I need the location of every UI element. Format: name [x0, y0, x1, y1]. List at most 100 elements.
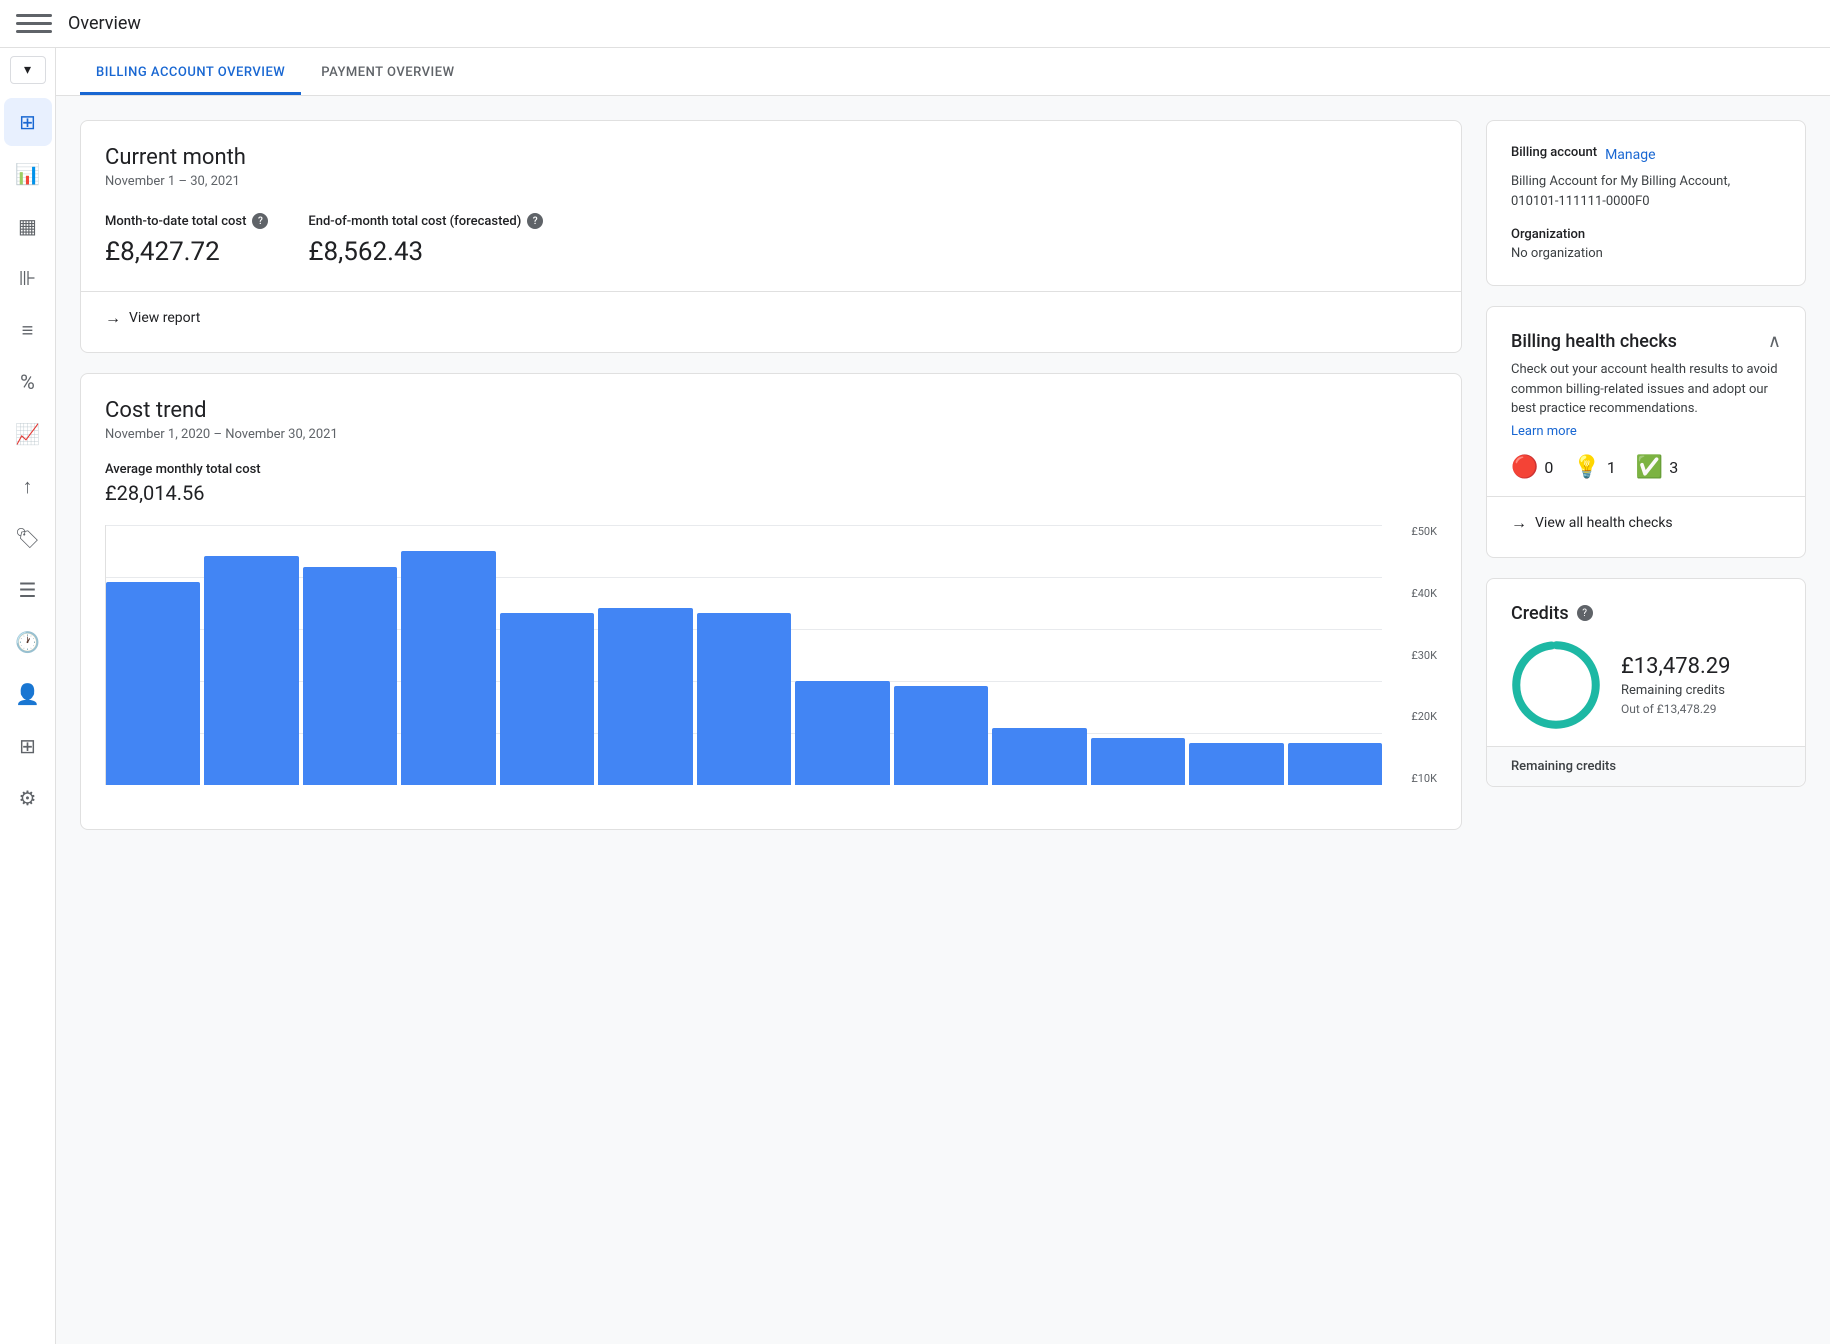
y-label-40k: £40K: [1411, 587, 1437, 600]
sidebar-item-analytics[interactable]: 📈: [4, 410, 52, 458]
warning-icon: 💡: [1573, 455, 1600, 480]
avg-cost-label: Average monthly total cost: [105, 462, 1437, 477]
bar-3[interactable]: [303, 567, 397, 785]
bar-5[interactable]: [500, 613, 594, 785]
bar-7[interactable]: [697, 613, 791, 785]
sidebar-item-tags[interactable]: 🏷: [4, 514, 52, 562]
bar-13[interactable]: [1288, 743, 1382, 785]
bar-chart-icon: 📊: [15, 162, 40, 186]
arrow-right-icon-2: →: [1511, 513, 1527, 533]
health-stat-ok: ✅ 3: [1636, 455, 1678, 480]
bar-8[interactable]: [795, 681, 889, 785]
end-of-month-value: £8,562.43: [308, 237, 543, 267]
month-to-date-cost: Month-to-date total cost ? £8,427.72: [105, 213, 268, 267]
app-layout: ▾ ⊞ 📊 ▦ ⊪ ≡ % 📈 ↑ 🏷 ☰: [0, 48, 1830, 1344]
credits-footer: Remaining credits: [1487, 746, 1805, 786]
bar-6[interactable]: [598, 608, 692, 785]
current-month-card: Current month November 1 – 30, 2021 Mont…: [80, 120, 1462, 353]
sidebar: ▾ ⊞ 📊 ▦ ⊪ ≡ % 📈 ↑ 🏷 ☰: [0, 48, 56, 1344]
month-to-date-value: £8,427.72: [105, 237, 268, 267]
chevron-down-icon: ▾: [24, 62, 31, 78]
learn-more-link[interactable]: Learn more: [1511, 424, 1577, 439]
tag-icon: 🏷: [15, 526, 40, 550]
view-health-checks-link[interactable]: → View all health checks: [1511, 513, 1781, 533]
sidebar-item-org[interactable]: ⊞: [4, 722, 52, 770]
sidebar-item-discounts[interactable]: %: [4, 358, 52, 406]
card-divider: [81, 291, 1461, 292]
bar-2[interactable]: [204, 556, 298, 785]
credits-card: Credits ? £13,478.29 Remaining credits O…: [1486, 578, 1806, 787]
y-label-10k: £10K: [1411, 772, 1437, 785]
sidebar-item-list[interactable]: ≡: [4, 306, 52, 354]
credits-remaining-label: Remaining credits: [1621, 683, 1730, 698]
end-of-month-cost: End-of-month total cost (forecasted) ? £…: [308, 213, 543, 267]
billing-account-description: Billing Account for My Billing Account,0…: [1511, 172, 1781, 211]
table-icon: ▦: [18, 214, 37, 238]
org-icon: ⊞: [19, 734, 36, 758]
credits-help-icon[interactable]: ?: [1577, 605, 1593, 621]
content-area: Current month November 1 – 30, 2021 Mont…: [56, 96, 1830, 1344]
top-bar: Overview: [0, 0, 1830, 48]
organization-label: Organization: [1511, 227, 1781, 242]
sidebar-item-reports[interactable]: 📊: [4, 150, 52, 198]
list-icon: ≡: [22, 318, 34, 343]
end-of-month-help-icon[interactable]: ?: [527, 213, 543, 229]
view-report-link[interactable]: → View report: [105, 308, 1437, 328]
chart-y-labels: £50K £40K £30K £20K £10K: [1387, 525, 1437, 785]
sidebar-item-documents[interactable]: ☰: [4, 566, 52, 614]
sidebar-dropdown[interactable]: ▾: [10, 56, 46, 84]
bar-4[interactable]: [401, 551, 495, 785]
bar-9[interactable]: [894, 686, 988, 785]
sidebar-item-table[interactable]: ▦: [4, 202, 52, 250]
credits-info: £13,478.29 Remaining credits Out of £13,…: [1621, 654, 1730, 716]
bar-10[interactable]: [992, 728, 1086, 785]
bar-1[interactable]: [106, 582, 200, 785]
hamburger-menu-icon[interactable]: [16, 12, 52, 36]
month-to-date-label: Month-to-date total cost ?: [105, 213, 268, 229]
credits-out-of: Out of £13,478.29: [1621, 702, 1730, 716]
right-column: Billing account Manage Billing Account f…: [1486, 120, 1806, 1320]
budget-icon: ⊪: [19, 266, 36, 290]
sidebar-item-export[interactable]: ↑: [4, 462, 52, 510]
credits-amount: £13,478.29: [1621, 654, 1730, 679]
person-icon: 👤: [15, 682, 40, 706]
analytics-icon: 📈: [15, 422, 40, 446]
cost-trend-title: Cost trend: [105, 398, 1437, 423]
y-label-50k: £50K: [1411, 525, 1437, 538]
health-stat-errors: 🔴 0: [1511, 455, 1553, 480]
billing-account-card: Billing account Manage Billing Account f…: [1486, 120, 1806, 286]
month-to-date-help-icon[interactable]: ?: [252, 213, 268, 229]
error-icon: 🔴: [1511, 455, 1538, 480]
sidebar-item-history[interactable]: 🕐: [4, 618, 52, 666]
bar-chart: £50K £40K £30K £20K £10K: [105, 525, 1437, 805]
sidebar-item-dashboard[interactable]: ⊞: [4, 98, 52, 146]
settings-icon: ⚙: [19, 786, 37, 810]
billing-account-label: Billing account: [1511, 145, 1597, 160]
tab-payment[interactable]: PAYMENT OVERVIEW: [305, 53, 470, 95]
credits-header: Credits ?: [1511, 603, 1781, 624]
credits-donut-chart: [1511, 640, 1601, 730]
chart-bars-area: [105, 525, 1382, 785]
error-count: 0: [1544, 458, 1553, 477]
chevron-up-icon[interactable]: ∧: [1768, 331, 1781, 352]
sidebar-item-users[interactable]: 👤: [4, 670, 52, 718]
health-stat-warnings: 💡 1: [1573, 455, 1615, 480]
dashboard-icon: ⊞: [19, 110, 36, 134]
bar-11[interactable]: [1091, 738, 1185, 785]
organization-value: No organization: [1511, 246, 1781, 261]
percent-icon: %: [20, 370, 35, 394]
health-checks-card: Billing health checks ∧ Check out your a…: [1486, 306, 1806, 558]
manage-link[interactable]: Manage: [1605, 147, 1655, 163]
sidebar-item-settings[interactable]: ⚙: [4, 774, 52, 822]
warning-count: 1: [1607, 458, 1616, 477]
bar-12[interactable]: [1189, 743, 1283, 785]
tab-billing-account[interactable]: BILLING ACCOUNT OVERVIEW: [80, 53, 301, 95]
cost-trend-date: November 1, 2020 – November 30, 2021: [105, 427, 1437, 442]
clock-icon: 🕐: [15, 630, 40, 654]
health-stats: 🔴 0 💡 1 ✅ 3: [1511, 455, 1781, 480]
cost-trend-card: Cost trend November 1, 2020 – November 3…: [80, 373, 1462, 830]
export-icon: ↑: [23, 474, 33, 499]
document-icon: ☰: [19, 578, 37, 602]
health-checks-description: Check out your account health results to…: [1511, 360, 1781, 419]
sidebar-item-budget[interactable]: ⊪: [4, 254, 52, 302]
